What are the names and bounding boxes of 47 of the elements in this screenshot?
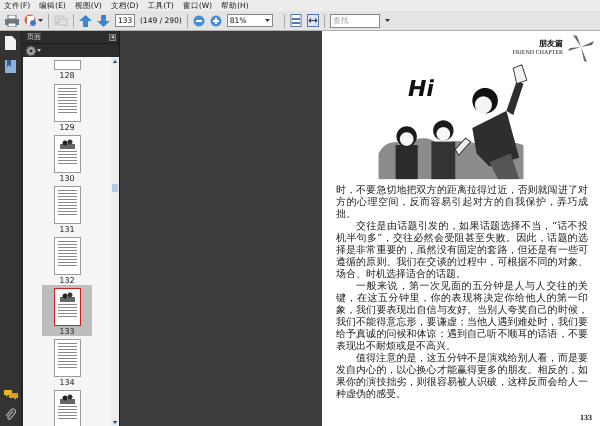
chevron-down-icon — [113, 420, 117, 424]
page-thumbnail[interactable] — [54, 186, 80, 224]
bookmarks-icon[interactable] — [5, 60, 16, 73]
print-icon[interactable] — [5, 14, 19, 26]
fit-width-icon[interactable] — [306, 14, 319, 27]
body-paragraph: 时，不要急切地把双方的距离拉得过近，否则就闯进了对方的心理空间，反而容易引起对方的自我保护，弄巧成拙。 — [336, 185, 588, 220]
body-paragraph: 一般来说，第一次见面的五分钟是人与人交往的关键，在这五分钟里，你的表现将决定你给他人的第一印象，我们要表现出自信与友好。当别人夸奖自己的时候，我们不能得意忘形，要谦虚；当他人遇到难处时，我们要给予真诚的问候和体谅；遇到自己听不顺耳的话语，不要表现出不耐烦或是不高兴。 — [336, 281, 588, 352]
page-thumbnail[interactable] — [54, 237, 80, 275]
paperclip-icon[interactable] — [5, 408, 16, 421]
zoom-out-icon[interactable] — [192, 14, 205, 26]
gear-icon[interactable] — [26, 46, 36, 56]
page-number-label: 130 — [59, 173, 75, 184]
page-number-label: 133 — [59, 326, 75, 337]
pinwheel-logo — [567, 33, 595, 63]
body-paragraph: 值得注意的是，这五分钟不是演戏给别人看，而是要发自内心的，以心换心才能赢得更多的朋友。相反的，如果你的演技拙劣，则很容易被人识破，这样反而会给人一种虚伪的感受。 — [336, 353, 588, 401]
page-number-label: 134 — [59, 377, 75, 388]
page-thumbnail[interactable] — [54, 288, 80, 326]
document-icon[interactable] — [24, 14, 37, 27]
fit-page-icon[interactable] — [290, 14, 302, 27]
scrollbar-thumb[interactable] — [112, 184, 118, 192]
scroll-down-button[interactable] — [112, 419, 118, 425]
body-paragraph: 交往是由话题引发的，如果话题选择不当，“话不投机半句多”，交往必然会受阻甚至失败。因此，话题的选择是非常重要的，虽然没有固定的套路，但还是有一些可遵循的原则。我们在交谈的过程中，可根据不同的对象、场合、时机选择适合的话题。 — [336, 221, 588, 280]
page-thumbnail[interactable] — [54, 135, 80, 173]
page-number-label: 131 — [59, 224, 75, 235]
arrow-up-icon[interactable] — [79, 14, 92, 26]
illustration-lettering: Hi — [408, 79, 434, 101]
page-number-label: 128 — [59, 70, 75, 81]
arrow-down-icon[interactable] — [97, 14, 110, 26]
scrollbar[interactable] — [111, 57, 119, 426]
collapse-button[interactable] — [109, 34, 116, 40]
page-number-label: 129 — [59, 122, 75, 133]
caret-icon[interactable] — [37, 49, 41, 52]
comments-icon[interactable] — [4, 389, 18, 400]
caret-icon — [264, 18, 270, 22]
scroll-up-button[interactable] — [112, 58, 118, 64]
chevron-up-icon — [113, 60, 117, 62]
page-number-label: 132 — [59, 275, 75, 286]
pages-icon[interactable] — [5, 36, 16, 50]
page-thumbnail[interactable] — [54, 339, 80, 377]
zoom-in-icon[interactable] — [210, 14, 222, 26]
page-thumbnail[interactable] — [54, 60, 80, 70]
chapter-title: 朋友篇 — [539, 38, 563, 49]
page-number: 133 — [580, 412, 592, 424]
caret-icon — [38, 18, 43, 22]
page-thumbnail[interactable] — [54, 84, 80, 122]
caret-icon — [384, 18, 390, 22]
page-thumbnail[interactable] — [54, 390, 80, 426]
